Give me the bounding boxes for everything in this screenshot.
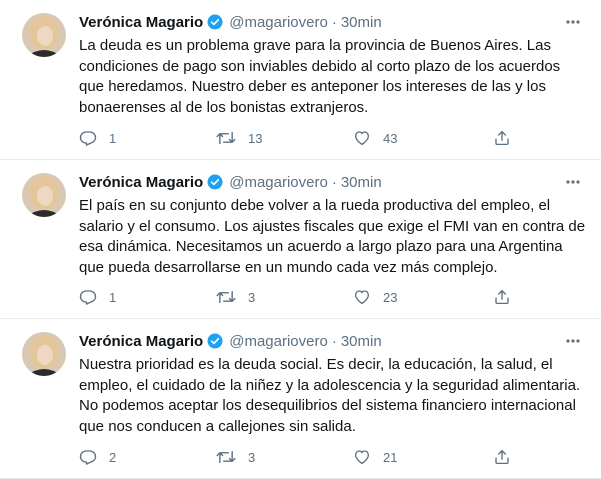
retweet-count: 3 [248, 289, 256, 305]
reply-count: 2 [109, 449, 117, 465]
heart-icon [354, 450, 370, 465]
tweet-text-line: empleo, el cuidado de la niñez y la adol… [79, 376, 581, 394]
retweet-icon [216, 450, 236, 464]
author-name[interactable]: Verónica Magario [79, 14, 203, 31]
verified-badge-icon [206, 173, 224, 191]
avatar[interactable] [22, 173, 66, 217]
retweet-count: 3 [248, 449, 256, 465]
avatar[interactable] [22, 332, 66, 376]
reply-button[interactable]: 2 [79, 447, 116, 467]
retweet-icon [216, 131, 236, 145]
retweet-button[interactable]: 3 [216, 287, 255, 307]
separator-dot: · [331, 173, 337, 191]
tweet[interactable]: Verónica Magario @magariovero · 30min El… [0, 160, 601, 319]
reply-count: 1 [109, 289, 117, 305]
retweet-icon [216, 290, 236, 304]
like-button[interactable]: 23 [353, 287, 397, 307]
tweet-text-line: condiciones de pago son inviables debido… [79, 57, 561, 75]
reply-button[interactable]: 1 [79, 287, 116, 307]
tweet-text-line: El país en su conjunto debe volver a la … [79, 197, 551, 214]
retweet-button[interactable]: 3 [216, 447, 255, 467]
share-button[interactable] [493, 447, 511, 467]
reply-icon [79, 290, 97, 305]
tweet-text-line: esa dinámica. Necesitamos un acuerdo a l… [79, 238, 563, 255]
tweet-text-line: bonaerenses al de los bonistas extranjer… [79, 98, 369, 116]
tweet-text-line: No podemos aceptar los desequilibrios de… [79, 397, 576, 414]
author-name[interactable]: Verónica Magario [79, 174, 203, 191]
share-button[interactable] [493, 128, 511, 148]
tweet[interactable]: Verónica Magario @magariovero · 30min La… [0, 0, 601, 160]
tweet-text: El país en su conjunto debe volver a la … [79, 196, 586, 278]
tweet-header: Verónica Magario @magariovero · 30min [79, 172, 382, 192]
tweet-text-line: La deuda es un problema grave para la pr… [79, 37, 551, 54]
heart-icon [354, 131, 370, 146]
share-icon [495, 130, 509, 146]
like-count: 23 [383, 289, 398, 305]
retweet-button[interactable]: 13 [216, 128, 262, 148]
author-handle[interactable]: @magariovero [229, 14, 328, 31]
like-count: 21 [383, 449, 398, 465]
like-button[interactable]: 21 [353, 447, 397, 467]
timestamp[interactable]: 30min [341, 333, 382, 350]
reply-icon [79, 131, 97, 146]
more-icon[interactable] [562, 331, 584, 351]
tweet-header: Verónica Magario @magariovero · 30min [79, 12, 382, 32]
timestamp[interactable]: 30min [341, 174, 382, 191]
author-handle[interactable]: @magariovero [229, 174, 328, 191]
timestamp[interactable]: 30min [341, 14, 382, 31]
tweet-text-line: que nos conducen a callejones sin salida… [79, 417, 356, 435]
like-count: 43 [383, 130, 398, 146]
separator-dot: · [331, 13, 337, 31]
verified-badge-icon [206, 332, 224, 350]
avatar[interactable] [22, 13, 66, 57]
reply-icon [79, 450, 97, 465]
separator-dot: · [331, 332, 337, 350]
tweet-header: Verónica Magario @magariovero · 30min [79, 331, 382, 351]
more-icon[interactable] [562, 12, 584, 32]
reply-button[interactable]: 1 [79, 128, 116, 148]
share-icon [495, 289, 509, 305]
share-icon [495, 449, 509, 465]
retweet-count: 13 [248, 130, 263, 146]
heart-icon [354, 290, 370, 305]
verified-badge-icon [206, 13, 224, 31]
more-icon[interactable] [562, 172, 584, 192]
tweet-text-line: Nuestra prioridad es la deuda social. Es… [79, 356, 553, 373]
share-button[interactable] [493, 287, 511, 307]
tweet-text: La deuda es un problema grave para la pr… [79, 36, 579, 118]
tweet-text: Nuestra prioridad es la deuda social. Es… [79, 355, 581, 437]
tweet-text-line: que pueda desarrollarse en un mundo cada… [79, 258, 498, 276]
like-button[interactable]: 43 [353, 128, 397, 148]
tweet-timeline: Verónica Magario @magariovero · 30min La… [0, 0, 601, 479]
tweet-text-line: salario y el consumo. Los ajustes fiscal… [79, 217, 586, 235]
reply-count: 1 [109, 130, 117, 146]
tweet[interactable]: Verónica Magario @magariovero · 30min Nu… [0, 319, 601, 479]
author-handle[interactable]: @magariovero [229, 333, 328, 350]
tweet-text-line: que heredamos. Nuestro deber es antepone… [79, 78, 546, 95]
author-name[interactable]: Verónica Magario [79, 333, 203, 350]
